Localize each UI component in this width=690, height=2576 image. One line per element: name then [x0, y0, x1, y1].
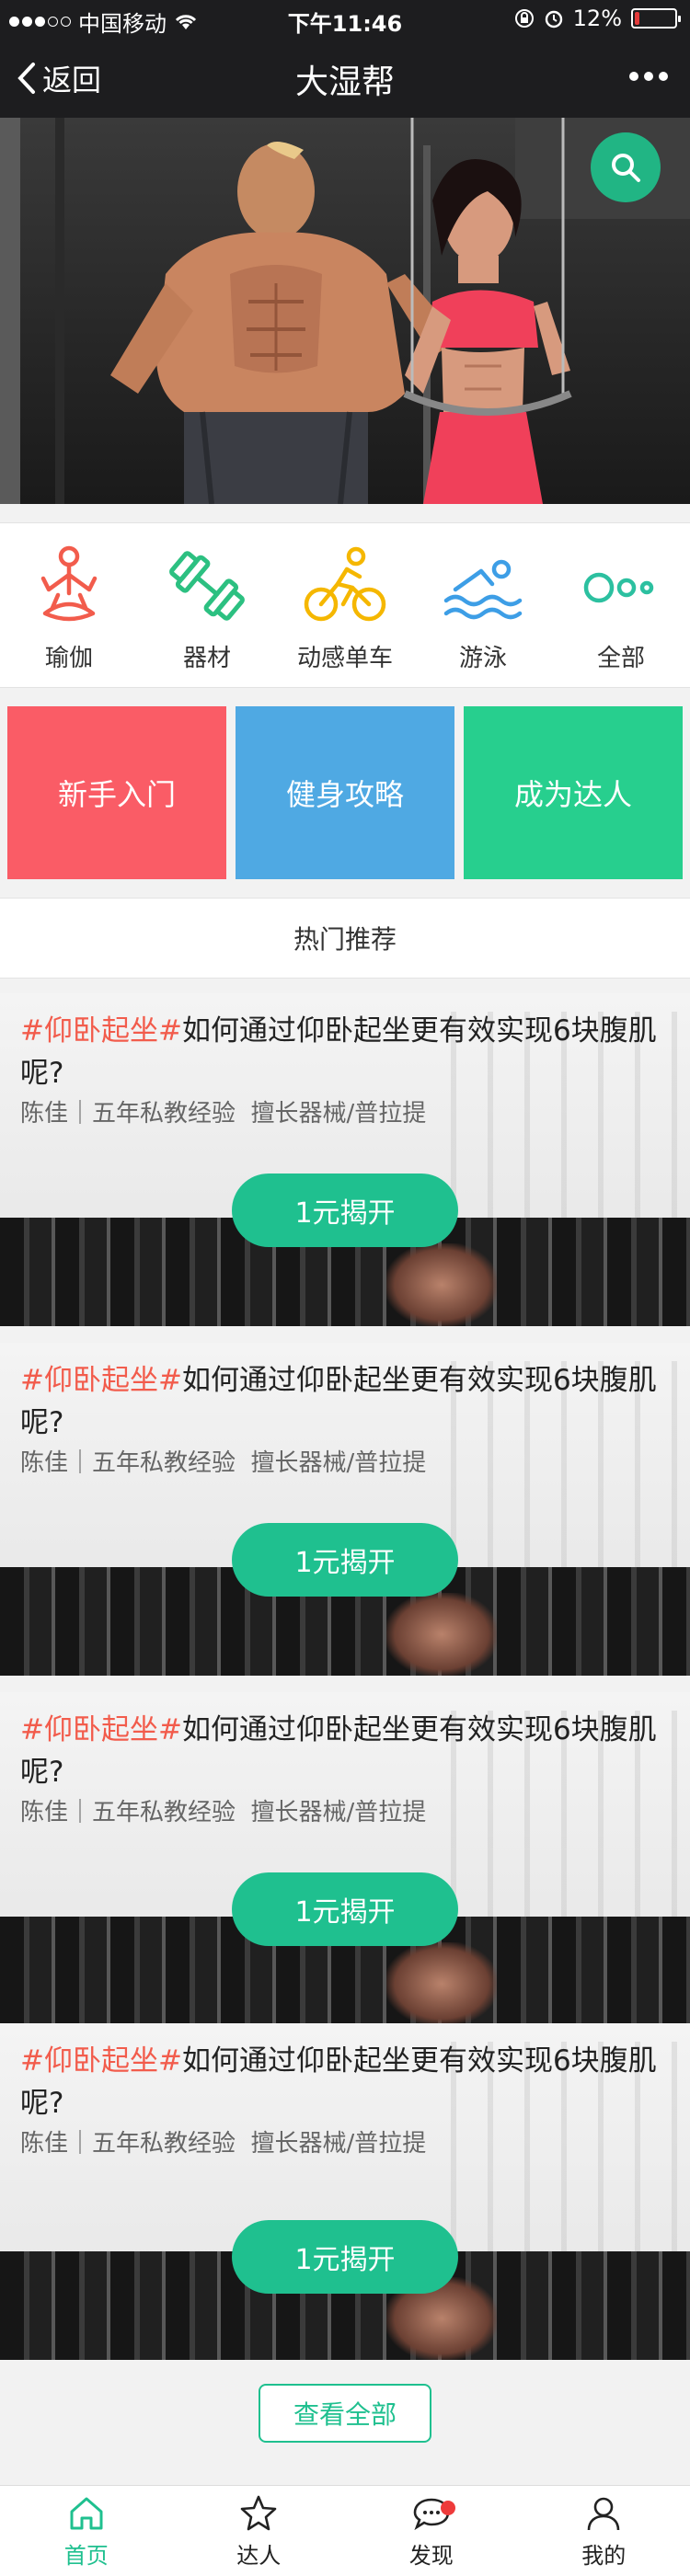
section-title: 热门推荐 [0, 898, 690, 979]
card-title: #仰卧起坐#如何通过仰卧起坐更有效实现6块腹肌呢? [20, 1709, 673, 1793]
star-icon [240, 2495, 277, 2530]
tab-experts[interactable]: 达人 [173, 2486, 346, 2576]
cycling-icon [304, 546, 386, 622]
category-bar: 瑜伽 器材 动感单车 游泳 全部 [0, 522, 690, 688]
category-label: 游泳 [458, 645, 507, 672]
category-yoga[interactable]: 瑜伽 [0, 523, 138, 687]
recommend-card[interactable]: #仰卧起坐#如何通过仰卧起坐更有效实现6块腹肌呢? 陈佳｜五年私教经验 擅长器械… [0, 2023, 690, 2360]
category-label: 瑜伽 [44, 645, 93, 672]
card-title: #仰卧起坐#如何通过仰卧起坐更有效实现6块腹肌呢? [20, 1010, 673, 1094]
category-label: 全部 [596, 645, 645, 672]
card-tag: #仰卧起坐# [20, 2044, 182, 2078]
category-swimming[interactable]: 游泳 [414, 523, 552, 687]
card-title: #仰卧起坐#如何通过仰卧起坐更有效实现6块腹肌呢? [20, 1359, 673, 1444]
battery-icon [631, 8, 681, 29]
view-all-button[interactable]: 查看全部 [259, 2384, 431, 2443]
more-menu-button[interactable] [629, 72, 668, 81]
tab-home[interactable]: 首页 [0, 2486, 173, 2576]
swimming-icon [443, 559, 523, 620]
tab-label: 发现 [408, 2542, 454, 2569]
unlock-button[interactable]: 1元揭开 [232, 2220, 458, 2294]
view-all-section: 查看全部 [0, 2360, 690, 2485]
recommend-card[interactable]: #仰卧起坐#如何通过仰卧起坐更有效实现6块腹肌呢? 陈佳｜五年私教经验 擅长器械… [0, 1343, 690, 1676]
tab-label: 我的 [581, 2542, 627, 2569]
tab-label: 达人 [236, 2542, 282, 2569]
tab-discover[interactable]: 发现 [345, 2486, 518, 2576]
search-icon [612, 154, 640, 182]
battery-percent: 12% [572, 6, 622, 31]
tab-mine[interactable]: 我的 [518, 2486, 690, 2576]
card-meta: 陈佳｜五年私教经验 擅长器械/普拉提 [20, 1449, 427, 1477]
app-screen: 中国移动 下午11:46 12% 返回 大湿帮 瑜伽 器材 动感单车 游泳 全部… [0, 0, 690, 2576]
hero-banner[interactable] [0, 118, 690, 504]
category-all[interactable]: 全部 [552, 523, 690, 687]
status-bar: 中国移动 下午11:46 12% [0, 0, 690, 37]
dumbbell-icon [169, 551, 245, 621]
card-tag: #仰卧起坐# [20, 1014, 182, 1048]
recommend-card[interactable]: #仰卧起坐#如何通过仰卧起坐更有效实现6块腹肌呢? 陈佳｜五年私教经验 擅长器械… [0, 993, 690, 1326]
hero-photo [110, 118, 572, 504]
tile-guide[interactable]: 健身攻略 [236, 706, 454, 879]
card-tag: #仰卧起坐# [20, 1364, 182, 1397]
card-meta: 陈佳｜五年私教经验 擅长器械/普拉提 [20, 2130, 427, 2158]
home-icon [70, 2497, 103, 2529]
tab-bar: 首页 达人 发现 我的 [0, 2485, 690, 2576]
more-circles-icon [583, 572, 654, 603]
rotation-lock-icon [514, 9, 534, 28]
page-title: 大湿帮 [294, 63, 395, 101]
category-label: 器材 [182, 645, 231, 672]
alarm-icon [545, 10, 562, 29]
search-button[interactable] [591, 132, 661, 202]
nav-bar: 返回 大湿帮 [0, 37, 690, 118]
unlock-button[interactable]: 1元揭开 [232, 1523, 458, 1597]
card-meta: 陈佳｜五年私教经验 擅长器械/普拉提 [20, 1799, 427, 1826]
tab-label: 首页 [63, 2542, 109, 2569]
tile-beginner[interactable]: 新手入门 [7, 706, 226, 879]
card-title: #仰卧起坐#如何通过仰卧起坐更有效实现6块腹肌呢? [20, 2040, 673, 2124]
card-tag: #仰卧起坐# [20, 1713, 182, 1746]
card-meta: 陈佳｜五年私教经验 擅长器械/普拉提 [20, 1100, 427, 1128]
user-icon [587, 2497, 620, 2530]
category-equipment[interactable]: 器材 [138, 523, 276, 687]
unlock-button[interactable]: 1元揭开 [232, 1174, 458, 1247]
notification-badge [441, 2501, 455, 2515]
unlock-button[interactable]: 1元揭开 [232, 1872, 458, 1946]
category-label: 动感单车 [296, 645, 393, 672]
category-cycling[interactable]: 动感单车 [276, 523, 414, 687]
yoga-icon [40, 545, 98, 622]
feature-tiles: 新手入门 健身攻略 成为达人 [7, 706, 683, 879]
recommend-card[interactable]: #仰卧起坐#如何通过仰卧起坐更有效实现6块腹肌呢? 陈佳｜五年私教经验 擅长器械… [0, 1692, 690, 2025]
tile-become-expert[interactable]: 成为达人 [464, 706, 683, 879]
